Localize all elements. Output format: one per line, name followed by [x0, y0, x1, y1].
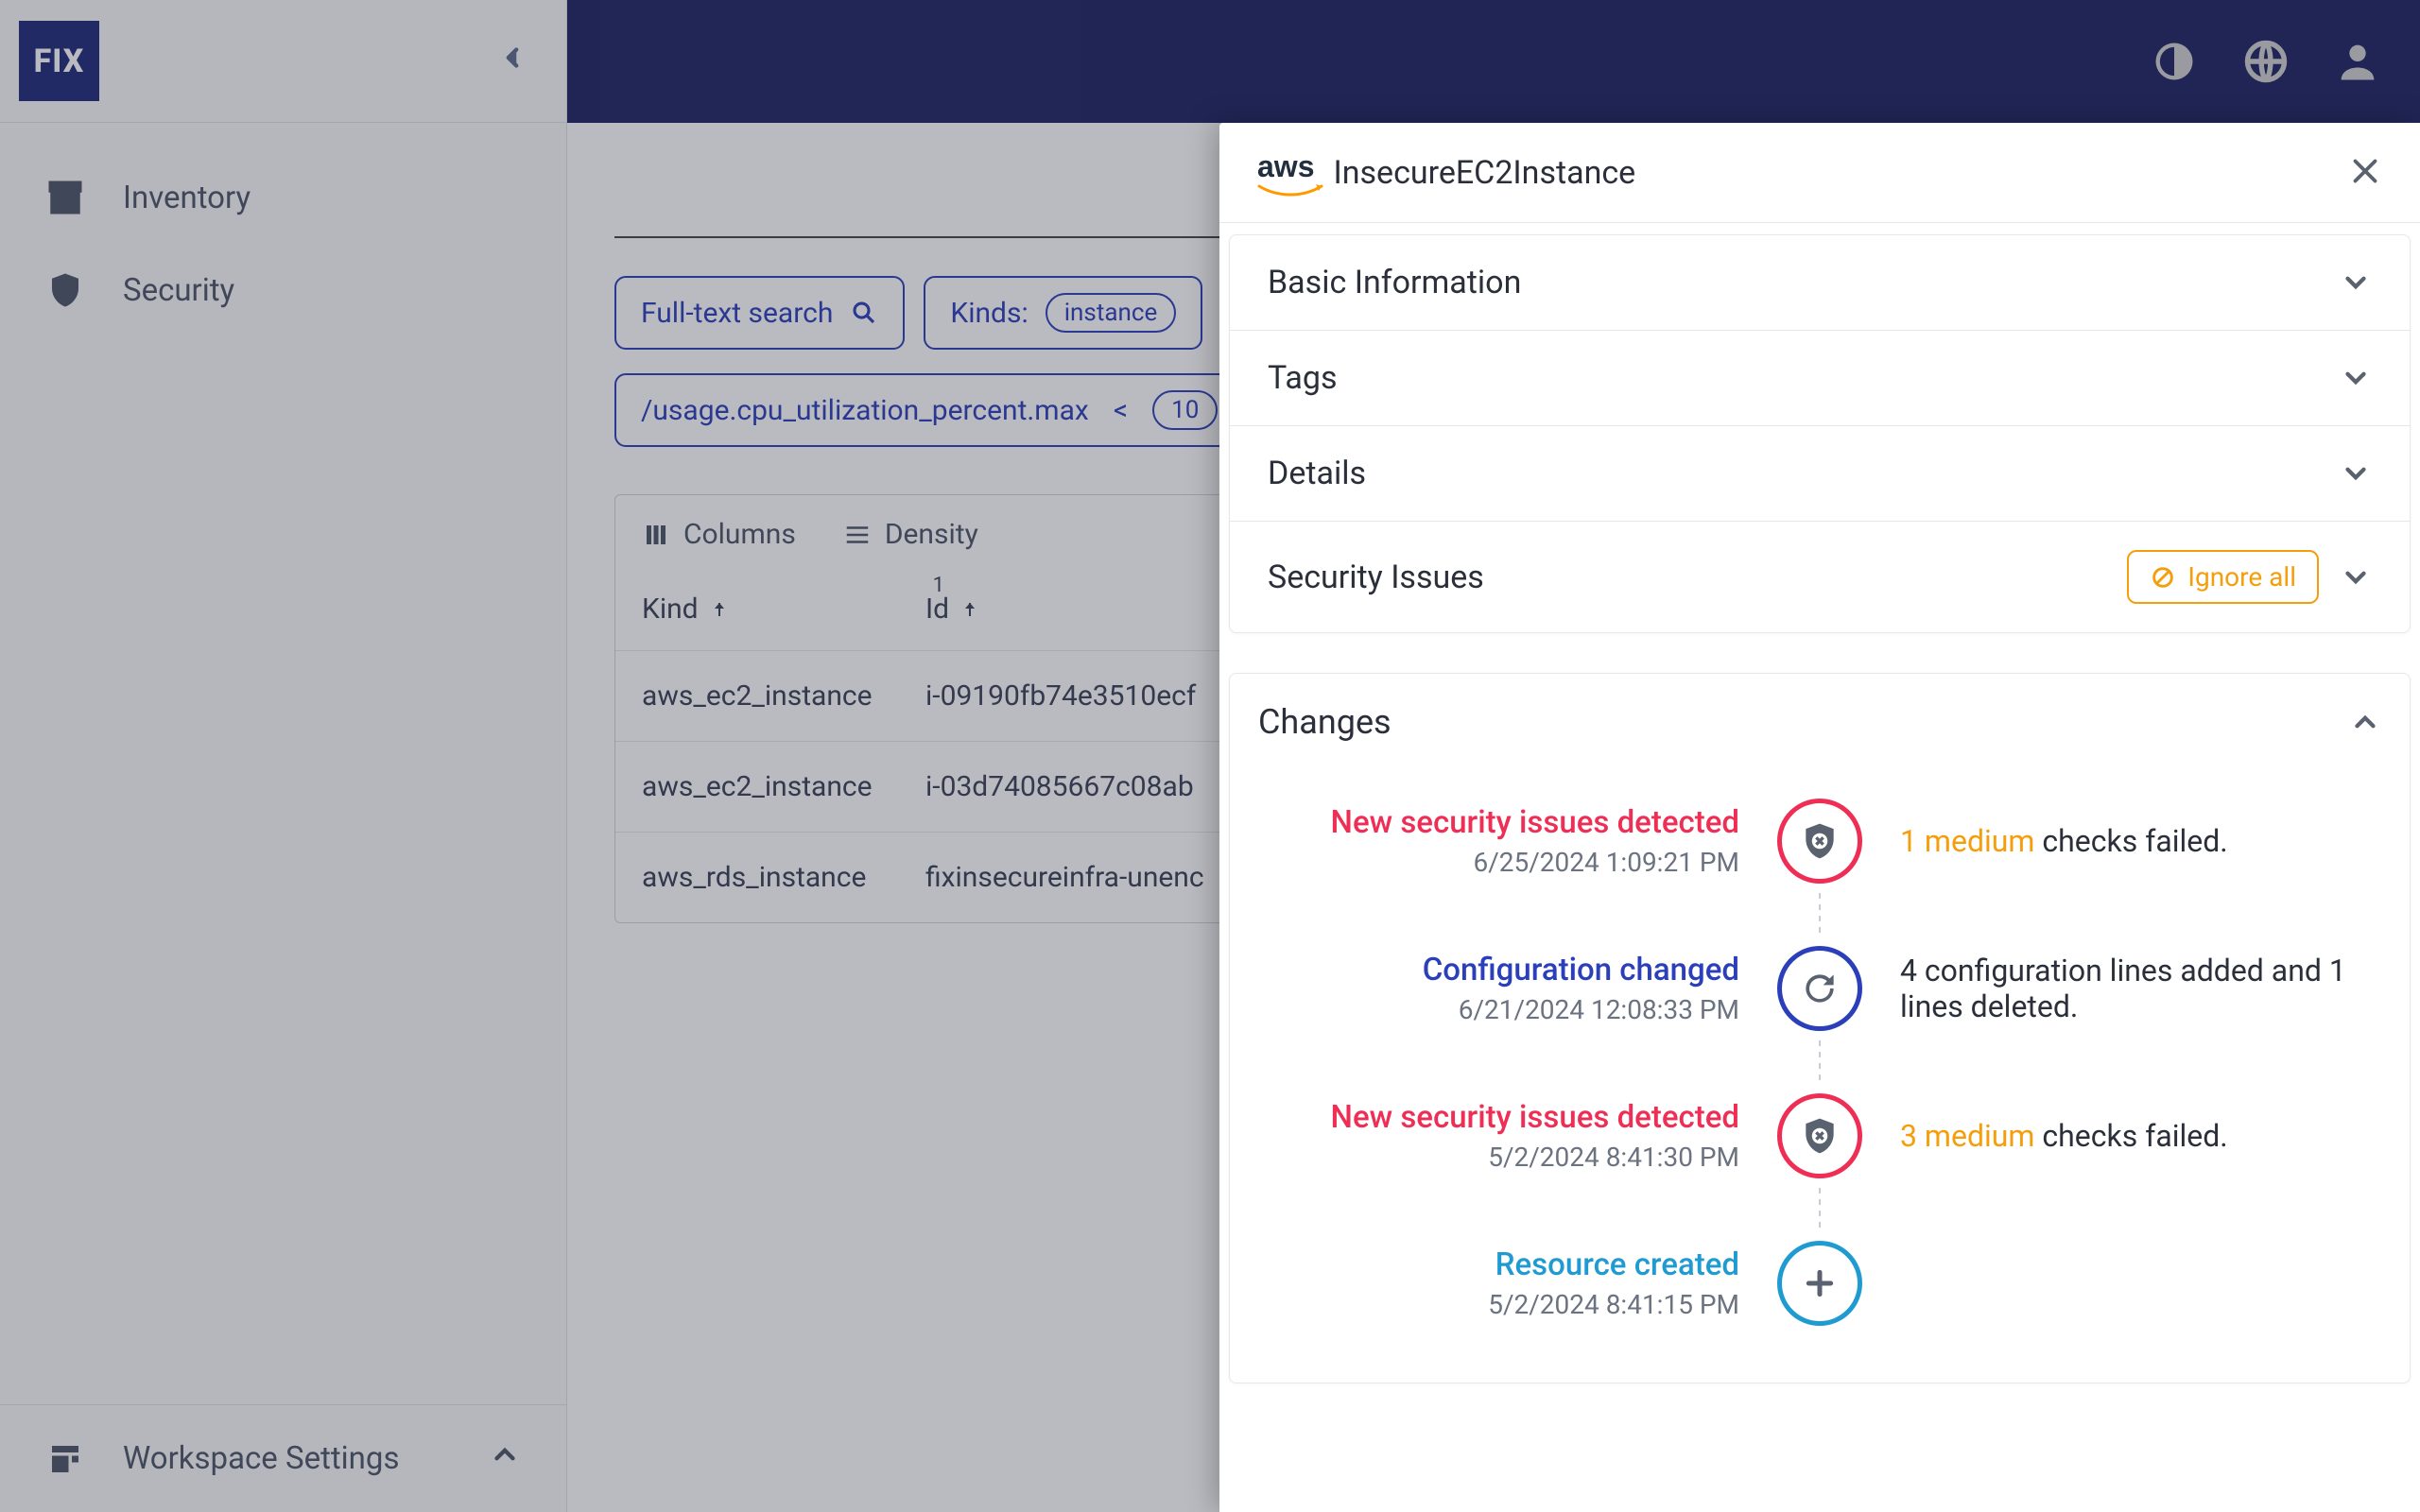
- topbar: [567, 0, 2420, 123]
- sort-asc-icon: [959, 598, 981, 621]
- chevron-down-icon: [2340, 266, 2372, 299]
- section-details[interactable]: Details: [1230, 426, 2410, 522]
- cell-kind: aws_rds_instance: [642, 861, 925, 894]
- timeline-connector: [1768, 1188, 1872, 1231]
- section-label: Changes: [1258, 702, 1392, 742]
- timeline-rest: checks failed.: [2034, 1118, 2227, 1154]
- fulltext-search-label: Full-text search: [641, 297, 833, 330]
- column-header-label: Id: [925, 593, 949, 626]
- kinds-filter-chip[interactable]: Kinds: instance: [924, 276, 1202, 350]
- timeline-item[interactable]: Configuration changed 6/21/2024 12:08:33…: [1258, 946, 2381, 1031]
- changes-timeline: New security issues detected 6/25/2024 1…: [1258, 780, 2381, 1373]
- density-button[interactable]: Density: [843, 518, 978, 551]
- timeline-connector: [1768, 1040, 1872, 1084]
- drawer-close-button[interactable]: [2348, 154, 2382, 192]
- brand-logo[interactable]: FIX: [19, 21, 99, 101]
- columns-label: Columns: [683, 518, 796, 551]
- timeline-date: 5/2/2024 8:41:15 PM: [1258, 1289, 1739, 1320]
- fulltext-search-chip[interactable]: Full-text search: [614, 276, 905, 350]
- density-label: Density: [885, 518, 978, 551]
- kinds-label: Kinds:: [950, 297, 1028, 330]
- theme-toggle-icon[interactable]: [2150, 37, 2199, 86]
- sidebar-collapse-button[interactable]: [496, 39, 528, 83]
- section-changes[interactable]: Changes: [1258, 683, 2381, 780]
- chevron-down-icon: [2340, 561, 2372, 593]
- metric-op: <: [1106, 394, 1135, 427]
- timeline-detail: 3 medium checks failed.: [1900, 1118, 2381, 1154]
- timeline-item[interactable]: New security issues detected 6/25/2024 1…: [1258, 799, 2381, 884]
- timeline-connector: [1768, 893, 1872, 936]
- timeline-title: New security issues detected: [1258, 804, 1739, 841]
- section-label: Basic Information: [1268, 264, 1521, 301]
- timeline-detail: 1 medium checks failed.: [1900, 823, 2381, 859]
- timeline-title: Configuration changed: [1258, 952, 1739, 988]
- timeline-highlight: 3 medium: [1900, 1118, 2034, 1154]
- column-header-kind[interactable]: Kind 1: [642, 593, 925, 626]
- section-label: Security Issues: [1268, 558, 1484, 596]
- timeline-date: 6/25/2024 1:09:21 PM: [1258, 847, 1739, 878]
- density-icon: [843, 521, 872, 549]
- sidebar-item-security[interactable]: Security: [0, 244, 566, 336]
- sidebar: FIX Inventory Security Workspace Setting…: [0, 0, 567, 1512]
- search-icon: [850, 299, 878, 327]
- chevron-up-icon: [2349, 706, 2381, 738]
- drawer-title: InsecureEC2Instance: [1333, 154, 1635, 192]
- cell-id: fixinsecureinfra-unenc: [925, 861, 1247, 894]
- timeline-detail: 4 configuration lines added and 1 lines …: [1900, 953, 2381, 1024]
- sidebar-item-inventory[interactable]: Inventory: [0, 151, 566, 244]
- chevron-down-icon: [2340, 362, 2372, 394]
- columns-button[interactable]: Columns: [642, 518, 796, 551]
- workspace-settings-button[interactable]: Workspace Settings: [0, 1405, 566, 1512]
- section-label: Tags: [1268, 359, 1338, 397]
- chevron-down-icon: [2340, 457, 2372, 490]
- close-icon: [2348, 154, 2382, 188]
- aws-smile-icon: [1257, 184, 1323, 198]
- user-icon[interactable]: [2333, 37, 2382, 86]
- cell-id: i-09190fb74e3510ecf: [925, 679, 1247, 713]
- block-icon: [2150, 564, 2176, 591]
- chevron-left-icon: [496, 42, 528, 74]
- shield-alert-icon: [1777, 799, 1862, 884]
- chevron-up-icon: [489, 1438, 521, 1470]
- columns-icon: [642, 521, 670, 549]
- resource-drawer: aws InsecureEC2Instance Basic Informatio…: [1219, 123, 2420, 1512]
- cell-kind: aws_ec2_instance: [642, 679, 925, 713]
- column-header-label: Kind: [642, 593, 699, 626]
- timeline-item[interactable]: New security issues detected 5/2/2024 8:…: [1258, 1093, 2381, 1178]
- globe-icon[interactable]: [2241, 37, 2290, 86]
- timeline-date: 5/2/2024 8:41:30 PM: [1258, 1142, 1739, 1173]
- kinds-value: instance: [1046, 293, 1177, 333]
- cell-kind: aws_ec2_instance: [642, 770, 925, 803]
- metric-value: 10: [1152, 390, 1218, 430]
- workspace-settings-label: Workspace Settings: [123, 1440, 399, 1477]
- sidebar-item-label: Inventory: [123, 180, 251, 216]
- section-tags[interactable]: Tags: [1230, 331, 2410, 426]
- ignore-all-button[interactable]: Ignore all: [2127, 550, 2319, 604]
- archive-icon: [45, 178, 85, 217]
- plus-icon: [1777, 1241, 1862, 1326]
- aws-logo: aws: [1257, 149, 1314, 196]
- timeline-highlight: 1 medium: [1900, 823, 2034, 859]
- sidebar-item-label: Security: [123, 272, 234, 309]
- section-label: Details: [1268, 455, 1366, 492]
- section-security-issues[interactable]: Security Issues Ignore all: [1230, 522, 2410, 632]
- refresh-icon: [1777, 946, 1862, 1031]
- metric-filter-chip[interactable]: /usage.cpu_utilization_percent.max < 10: [614, 373, 1244, 447]
- metric-path: /usage.cpu_utilization_percent.max: [641, 394, 1089, 427]
- settings-icon: [45, 1439, 85, 1479]
- sort-asc-icon: [708, 598, 731, 621]
- ignore-all-label: Ignore all: [2187, 561, 2296, 593]
- timeline-item[interactable]: Resource created 5/2/2024 8:41:15 PM: [1258, 1241, 2381, 1326]
- timeline-rest: 4 configuration lines added and 1 lines …: [1900, 953, 2346, 1024]
- section-basic-info[interactable]: Basic Information: [1230, 235, 2410, 331]
- cell-id: i-03d74085667c08ab: [925, 770, 1247, 803]
- shield-icon: [45, 270, 85, 310]
- provider-label: aws: [1257, 149, 1314, 183]
- timeline-title: Resource created: [1258, 1246, 1739, 1283]
- column-header-id[interactable]: Id 3: [925, 593, 1247, 626]
- timeline-date: 6/21/2024 12:08:33 PM: [1258, 994, 1739, 1025]
- timeline-rest: checks failed.: [2034, 823, 2227, 859]
- timeline-title: New security issues detected: [1258, 1099, 1739, 1136]
- shield-alert-icon: [1777, 1093, 1862, 1178]
